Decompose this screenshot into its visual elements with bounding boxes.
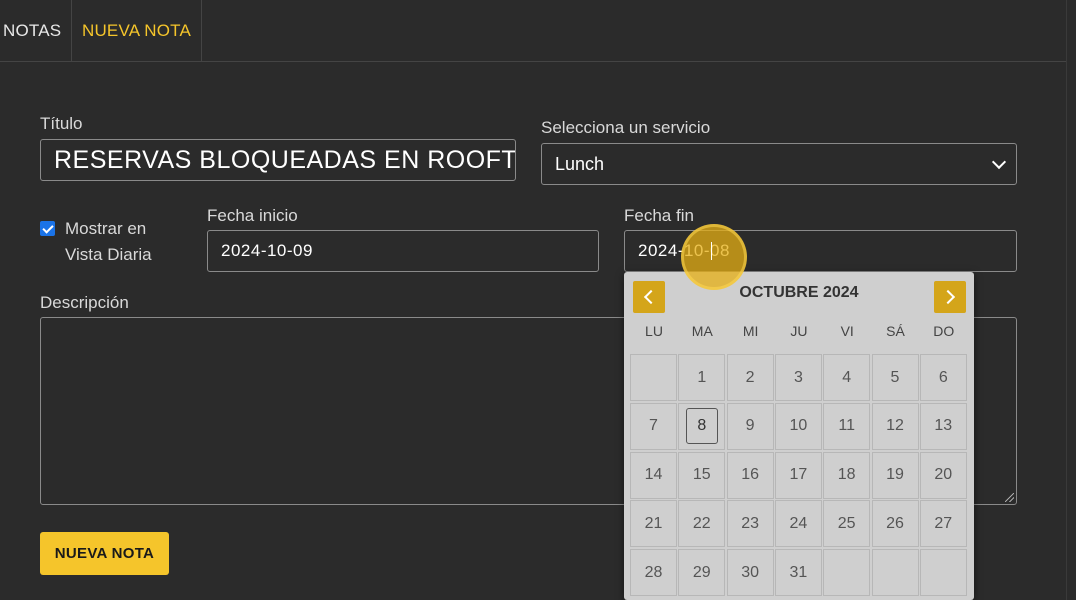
weekday-header: DO	[933, 323, 955, 339]
calendar-day[interactable]: 5	[871, 354, 919, 401]
calendar-day[interactable]: 3	[774, 354, 822, 401]
calendar-day-label: 21	[644, 514, 663, 532]
calendar-day-label: 10	[789, 417, 808, 435]
calendar-empty-cell	[871, 549, 919, 597]
calendar-empty-cell	[823, 549, 871, 597]
calendar-day[interactable]: 20	[919, 451, 967, 499]
calendar-day-label: 13	[934, 417, 953, 435]
calendar-day-label: 9	[745, 417, 755, 435]
weekday-header: JU	[790, 323, 808, 339]
calendar-day-label: 2	[745, 368, 755, 386]
weekday-header: MI	[742, 323, 759, 339]
calendar-day-label: 14	[644, 466, 663, 484]
description-label: Descripción	[40, 293, 129, 312]
calendar-day[interactable]: 22	[678, 500, 726, 548]
calendar-day[interactable]: 13	[919, 402, 967, 450]
service-select[interactable]: Lunch	[541, 143, 1017, 185]
start-date-label: Fecha inicio	[207, 206, 298, 225]
calendar-day[interactable]: 19	[871, 451, 919, 499]
calendar-day[interactable]: 18	[823, 451, 871, 499]
calendar-day-label: 18	[837, 466, 856, 484]
calendar-day-label: 8	[685, 408, 718, 445]
calendar-day[interactable]: 4	[823, 354, 871, 401]
calendar-day[interactable]: 23	[726, 500, 774, 548]
calendar-day[interactable]: 28	[630, 549, 677, 597]
calendar-day[interactable]: 16	[726, 451, 774, 499]
calendar-day[interactable]: 11	[823, 402, 871, 450]
calendar-day-label: 11	[838, 417, 855, 435]
calendar-day[interactable]: 24	[774, 500, 822, 548]
end-date-label: Fecha fin	[624, 206, 694, 225]
show-daily-label[interactable]: Mostrar en Vista Diaria	[65, 216, 185, 268]
text-caret	[711, 242, 712, 260]
calendar-day-label: 5	[890, 368, 900, 386]
calendar-day-label: 7	[649, 417, 658, 435]
calendar-day[interactable]: 7	[630, 402, 677, 450]
calendar-day-label: 25	[837, 514, 856, 532]
calendar-day-label: 24	[789, 514, 808, 532]
title-input[interactable]: RESERVAS BLOQUEADAS EN ROOFT	[40, 139, 516, 181]
calendar-day-label: 4	[842, 368, 852, 386]
calendar-empty-cell	[630, 354, 677, 401]
calendar-day-label: 17	[789, 466, 808, 484]
calendar-day-label: 1	[697, 368, 707, 386]
calendar-day-label: 12	[886, 417, 904, 435]
date-picker-popup: OCTUBRE 2024 LU MA MI JU VI SÁ DO 1 2 3 4 5 6 7 8 9 10 11…	[624, 272, 974, 600]
tab-notas[interactable]: NOTAS	[0, 0, 72, 62]
chevron-down-icon	[991, 154, 1007, 169]
tab-nueva-nota[interactable]: NUEVA NOTA	[72, 0, 202, 62]
new-note-button[interactable]: NUEVA NOTA	[40, 532, 169, 575]
calendar-day-label: 3	[793, 368, 803, 386]
chevron-right-icon	[940, 289, 956, 305]
calendar-day[interactable]: 26	[871, 500, 919, 548]
calendar-day[interactable]: 29	[678, 549, 726, 597]
calendar-day[interactable]: 1	[678, 354, 726, 401]
calendar-day[interactable]: 17	[774, 451, 822, 499]
calendar-day-label: 6	[938, 368, 948, 386]
service-select-value: Lunch	[555, 153, 605, 174]
calendar-day[interactable]: 27	[919, 500, 967, 548]
calendar-day-label: 22	[692, 514, 711, 532]
top-nav: NOTAS NUEVA NOTA	[0, 0, 1066, 62]
next-month-button[interactable]	[934, 281, 966, 313]
calendar-empty-cell	[919, 549, 967, 597]
calendar-day[interactable]: 9	[726, 402, 774, 450]
calendar-day[interactable]: 2	[726, 354, 774, 401]
weekday-header: MA	[691, 323, 713, 339]
resize-handle-icon[interactable]	[1005, 493, 1014, 502]
weekday-header: LU	[645, 323, 663, 339]
calendar-day[interactable]: 21	[630, 500, 677, 548]
calendar-day[interactable]: 12	[871, 402, 919, 450]
calendar-day-label: 29	[692, 563, 711, 581]
calendar-day-label: 30	[741, 563, 759, 581]
end-date-input[interactable]: 2024-10-08	[624, 230, 1017, 272]
show-daily-checkbox[interactable]	[40, 221, 55, 236]
calendar-day-label: 15	[692, 466, 711, 484]
page-scrollbar[interactable]	[1066, 0, 1076, 600]
service-label: Selecciona un servicio	[541, 118, 711, 137]
calendar-day[interactable]: 14	[630, 451, 677, 499]
calendar-day[interactable]: 8	[678, 402, 726, 450]
calendar-month-title: OCTUBRE 2024	[739, 284, 859, 301]
calendar-day-label: 27	[934, 514, 953, 532]
weekday-header: SÁ	[886, 323, 905, 339]
calendar-day-label: 23	[741, 514, 759, 532]
start-date-input[interactable]: 2024-10-09	[207, 230, 599, 272]
calendar-day[interactable]: 10	[774, 402, 822, 450]
calendar-day[interactable]: 6	[919, 354, 967, 401]
calendar-day-label: 26	[886, 514, 904, 532]
weekday-header: VI	[840, 323, 854, 339]
calendar-day[interactable]: 31	[774, 549, 822, 597]
calendar-day-label: 31	[789, 563, 808, 581]
title-label: Título	[40, 114, 83, 133]
calendar-day-label: 19	[886, 466, 904, 484]
calendar-day-label: 28	[644, 563, 663, 581]
calendar-day[interactable]: 30	[726, 549, 774, 597]
calendar-day[interactable]: 15	[678, 451, 726, 499]
calendar-day-label: 20	[934, 466, 953, 484]
calendar-day[interactable]: 25	[823, 500, 871, 548]
calendar-day-label: 16	[741, 466, 759, 484]
